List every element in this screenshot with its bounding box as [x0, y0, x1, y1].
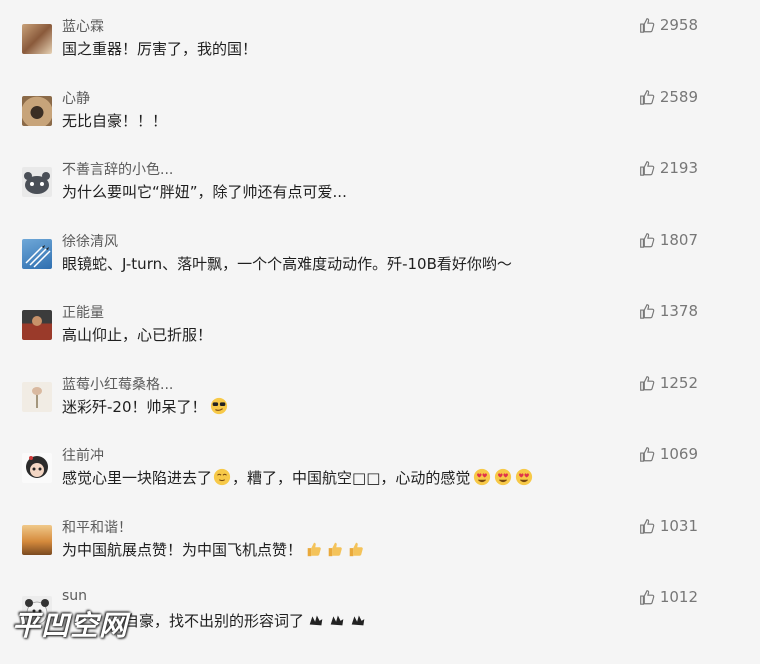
thumbs-up-emoji: [305, 540, 323, 558]
comment-text: 国之重器！厉害了，我的国！: [62, 40, 258, 58]
like-button[interactable]: 1807: [638, 231, 698, 249]
like-count: 2193: [659, 159, 698, 177]
commenter-name[interactable]: 心静: [62, 88, 90, 108]
like-button[interactable]: 1012: [638, 588, 698, 606]
comment-item: 徐徐清风 眼镜蛇、J-turn、落叶飘，一个个高难度动动作。歼-10B看好你哟～…: [0, 231, 760, 307]
avatar[interactable]: [22, 310, 52, 340]
comment-item: 和平和谐！ 为中国航展点赞！为中国飞机点赞！ 1031: [0, 517, 760, 593]
like-button[interactable]: 1252: [638, 374, 698, 392]
avatar[interactable]: [22, 382, 52, 412]
heart-eyes-emoji: [494, 468, 512, 486]
like-count: 2958: [659, 16, 698, 34]
comment-text: 感觉心里一块陷进去了 ，糟了，中国航空□□，心动的感觉: [62, 467, 533, 488]
like-count: 1012: [659, 588, 698, 606]
black-hand-emoji: [349, 611, 367, 629]
commenter-name[interactable]: sun: [62, 588, 87, 604]
comment-item: 不善言辞的小色... 为什么要叫它“胖妞”，除了帅还有点可爱... 2193: [0, 159, 760, 235]
like-count: 1031: [659, 517, 698, 535]
thumbs-up-icon: [638, 88, 656, 106]
comment-item: 心静 无比自豪！！！ 2589: [0, 88, 760, 164]
avatar[interactable]: [22, 453, 52, 483]
thumbs-up-icon: [638, 374, 656, 392]
comment-list: 蓝心霖 国之重器！厉害了，我的国！ 2958 心静 无比自豪！！！ 2589 不…: [0, 0, 760, 646]
comment-item: 蓝心霖 国之重器！厉害了，我的国！ 2958: [0, 16, 760, 92]
black-hand-emoji: [328, 611, 346, 629]
commenter-name[interactable]: 往前冲: [62, 445, 104, 465]
thumbs-up-icon: [638, 588, 656, 606]
comment-text: 为什么要叫它“胖妞”，除了帅还有点可爱...: [62, 183, 347, 201]
like-count: 1252: [659, 374, 698, 392]
like-button[interactable]: 1378: [638, 302, 698, 320]
sunglasses-emoji: [210, 397, 228, 415]
thumbs-up-icon: [638, 445, 656, 463]
avatar[interactable]: [22, 525, 52, 555]
like-button[interactable]: 1031: [638, 517, 698, 535]
like-count: 1378: [659, 302, 698, 320]
commenter-name[interactable]: 正能量: [62, 302, 104, 322]
like-button[interactable]: 2193: [638, 159, 698, 177]
heart-eyes-emoji: [515, 468, 533, 486]
comment-item: 蓝莓小红莓桑格... 迷彩歼-20！帅呆了！ 1252: [0, 374, 760, 450]
thumbs-up-icon: [638, 16, 656, 34]
commenter-name[interactable]: 徐徐清风: [62, 231, 118, 251]
commenter-name[interactable]: 蓝莓小红莓桑格...: [62, 374, 173, 394]
thumbs-up-emoji: [326, 540, 344, 558]
comment-text: 自豪，找不出别的形容词了: [124, 610, 367, 631]
avatar[interactable]: [22, 167, 52, 197]
comment-text: 高山仰止，心已折服！: [62, 326, 213, 344]
black-hand-emoji: [307, 611, 325, 629]
heart-eyes-emoji: [473, 468, 491, 486]
comment-text: 眼镜蛇、J-turn、落叶飘，一个个高难度动动作。歼-10B看好你哟～: [62, 255, 512, 273]
like-count: 1807: [659, 231, 698, 249]
commenter-name[interactable]: 和平和谐！: [62, 517, 132, 537]
comment-item: 正能量 高山仰止，心已折服！ 1378: [0, 302, 760, 378]
avatar[interactable]: [22, 239, 52, 269]
relieved-emoji: [213, 468, 231, 486]
comment-text: 无比自豪！！！: [62, 112, 168, 130]
site-watermark: 平凹空网: [12, 609, 129, 642]
avatar[interactable]: [22, 96, 52, 126]
comment-text: 迷彩歼-20！帅呆了！: [62, 396, 228, 417]
commenter-name[interactable]: 不善言辞的小色...: [62, 159, 173, 179]
avatar[interactable]: [22, 24, 52, 54]
like-button[interactable]: 2958: [638, 16, 698, 34]
comment-item: 往前冲 感觉心里一块陷进去了 ，糟了，中国航空□□，心动的感觉 1069: [0, 445, 760, 521]
commenter-name[interactable]: 蓝心霖: [62, 16, 104, 36]
like-button[interactable]: 1069: [638, 445, 698, 463]
thumbs-up-icon: [638, 517, 656, 535]
like-count: 1069: [659, 445, 698, 463]
like-button[interactable]: 2589: [638, 88, 698, 106]
thumbs-up-emoji: [347, 540, 365, 558]
comment-text: 为中国航展点赞！为中国飞机点赞！: [62, 539, 365, 560]
thumbs-up-icon: [638, 231, 656, 249]
like-count: 2589: [659, 88, 698, 106]
thumbs-up-icon: [638, 159, 656, 177]
thumbs-up-icon: [638, 302, 656, 320]
